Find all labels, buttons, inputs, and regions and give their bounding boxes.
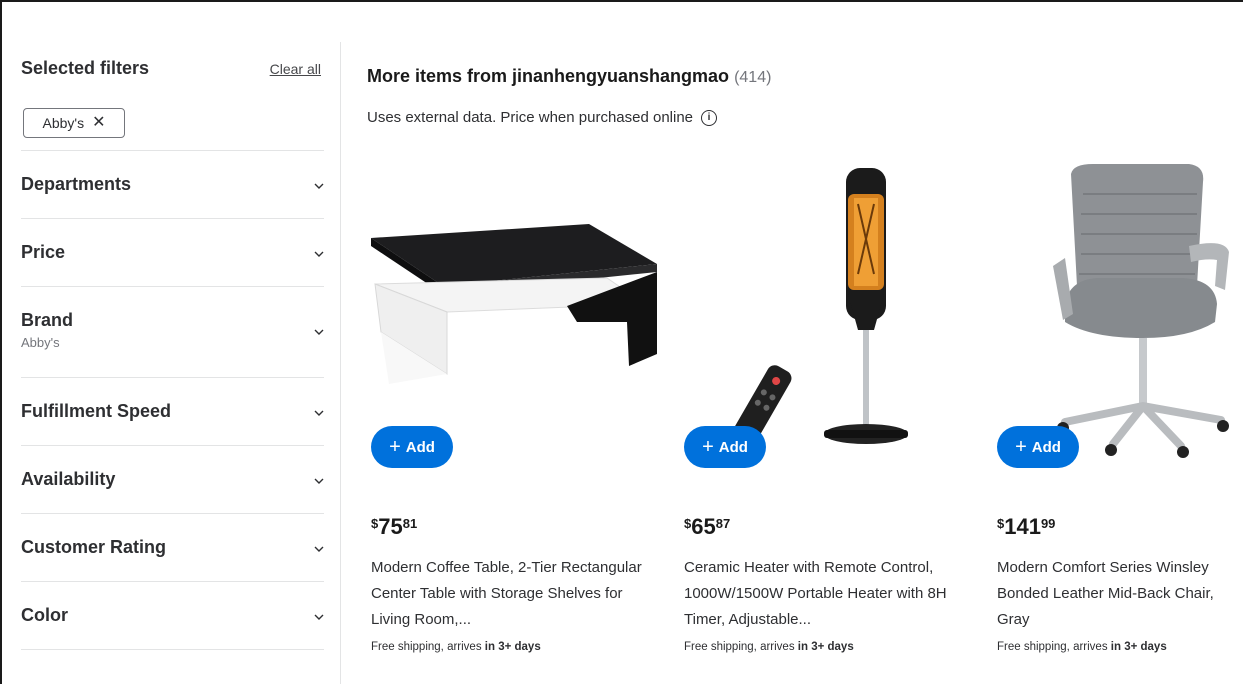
- shipping-text: Free shipping, arrives: [997, 641, 1108, 653]
- shipping-info: Free shipping, arrives in 3+ days: [684, 641, 854, 653]
- facet-selected-value: Abby's: [21, 335, 60, 350]
- plus-icon: +: [1015, 436, 1027, 458]
- price-currency: $: [684, 516, 692, 531]
- facet-brand[interactable]: Brand Abby's: [21, 286, 324, 377]
- add-label: Add: [405, 438, 435, 456]
- facet-label: Departments: [21, 174, 132, 194]
- product-price: $7581: [371, 514, 417, 540]
- shipping-eta: in 3+ days: [797, 641, 854, 653]
- page-title: More items from jinanhengyuanshangmao (4…: [367, 66, 771, 87]
- filter-chip-abbys[interactable]: Abby's ✕: [23, 108, 125, 138]
- facet-fulfillment-speed[interactable]: Fulfillment Speed: [21, 377, 324, 445]
- product-title[interactable]: Modern Comfort Series Winsley Bonded Lea…: [997, 555, 1243, 633]
- result-count: (414): [734, 69, 772, 86]
- filter-sidebar: Selected filters Clear all Abby's ✕ Depa…: [2, 42, 341, 684]
- close-icon[interactable]: ✕: [92, 115, 105, 131]
- price-currency: $: [997, 516, 1005, 531]
- product-price: $6587: [684, 514, 730, 540]
- info-icon[interactable]: i: [701, 109, 718, 126]
- plus-icon: +: [702, 436, 714, 458]
- shipping-info: Free shipping, arrives in 3+ days: [997, 641, 1167, 653]
- chevron-down-icon: [314, 614, 324, 620]
- seller-heading: More items from jinanhengyuanshangmao: [367, 66, 730, 86]
- facet-list: Departments Price Brand Abby's Fulfillme…: [21, 150, 324, 650]
- add-label: Add: [718, 438, 748, 456]
- price-note: Uses external data. Price when purchased…: [367, 109, 718, 126]
- price-cents: 99: [1040, 516, 1056, 531]
- selected-filters-title: Selected filters: [21, 58, 150, 78]
- chevron-down-icon: [314, 329, 324, 335]
- chevron-down-icon: [314, 478, 324, 484]
- shipping-info: Free shipping, arrives in 3+ days: [371, 641, 541, 653]
- product-title[interactable]: Modern Coffee Table, 2-Tier Rectangular …: [371, 555, 656, 633]
- price-cents: 81: [402, 516, 418, 531]
- price-cents: 87: [715, 516, 731, 531]
- product-card[interactable]: + Add $7581 Modern Coffee Table, 2-Tier …: [367, 154, 657, 684]
- shipping-text: Free shipping, arrives: [684, 641, 795, 653]
- chevron-down-icon: [314, 251, 324, 257]
- facet-label: Color: [21, 605, 68, 625]
- product-card[interactable]: + Add $14199 Modern Comfort Series Winsl…: [993, 154, 1243, 684]
- product-card[interactable]: + Add $6587 Ceramic Heater with Remote C…: [680, 154, 970, 684]
- facet-availability[interactable]: Availability: [21, 445, 324, 513]
- chevron-down-icon: [314, 183, 324, 189]
- add-to-cart-button[interactable]: + Add: [371, 426, 453, 468]
- facet-departments[interactable]: Departments: [21, 150, 324, 218]
- chevron-down-icon: [314, 410, 324, 416]
- shipping-text: Free shipping, arrives: [371, 641, 482, 653]
- add-to-cart-button[interactable]: + Add: [997, 426, 1079, 468]
- shipping-eta: in 3+ days: [1110, 641, 1167, 653]
- add-to-cart-button[interactable]: + Add: [684, 426, 766, 468]
- facet-price[interactable]: Price: [21, 218, 324, 286]
- selected-filters-header: Selected filters Clear all: [21, 58, 321, 82]
- facet-label: Availability: [21, 469, 116, 489]
- price-dollars: 141: [1004, 514, 1041, 539]
- plus-icon: +: [389, 436, 401, 458]
- facet-label: Brand: [21, 310, 74, 330]
- price-note-text: Uses external data. Price when purchased…: [367, 109, 694, 126]
- facet-label: Customer Rating: [21, 537, 167, 557]
- product-title[interactable]: Ceramic Heater with Remote Control, 1000…: [684, 555, 969, 633]
- chevron-down-icon: [314, 546, 324, 552]
- price-dollars: 75: [378, 514, 403, 539]
- shipping-eta: in 3+ days: [484, 641, 541, 653]
- filter-chip-label: Abby's: [42, 115, 85, 131]
- facet-label: Fulfillment Speed: [21, 401, 172, 421]
- price-dollars: 65: [691, 514, 716, 539]
- price-currency: $: [371, 516, 379, 531]
- product-price: $14199: [997, 514, 1055, 540]
- facet-label: Price: [21, 242, 66, 262]
- results-main: More items from jinanhengyuanshangmao (4…: [367, 42, 1243, 684]
- facet-color[interactable]: Color: [21, 581, 324, 650]
- add-label: Add: [1031, 438, 1061, 456]
- facet-customer-rating[interactable]: Customer Rating: [21, 513, 324, 581]
- clear-all-link[interactable]: Clear all: [270, 61, 321, 77]
